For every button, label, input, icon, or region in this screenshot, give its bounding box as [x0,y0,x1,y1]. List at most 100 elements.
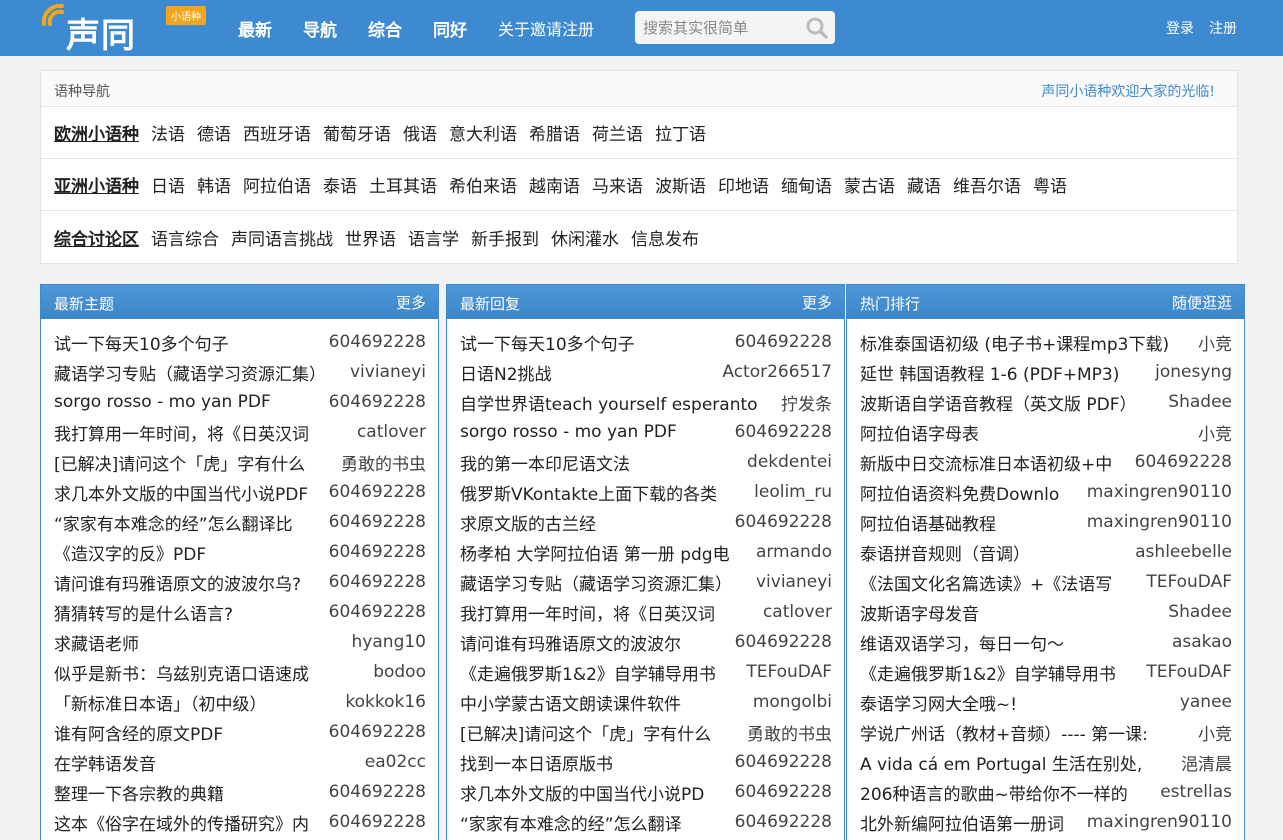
topic-title-link[interactable]: 谁有阿含经的原文PDF [54,720,319,745]
topic-title-link[interactable]: 请问谁有玛雅语原文的波波尔 [460,630,725,655]
topic-author-link[interactable]: estrellas [1160,782,1232,802]
language-link[interactable]: 新手报到 [471,225,539,250]
topic-title-link[interactable]: 中小学蒙古语文朗读课件软件 [460,690,743,715]
topic-title-link[interactable]: 波斯语字母发音 [860,600,1158,625]
topic-author-link[interactable]: catlover [763,602,832,622]
topic-title-link[interactable]: 阿拉伯语资料免费Downlo [860,480,1077,505]
topic-author-link[interactable]: 604692228 [735,782,832,802]
nav-navigation[interactable]: 导航 [303,0,337,56]
topic-author-link[interactable]: 604692228 [329,332,426,352]
topic-title-link[interactable]: 试一下每天10多个句子 [54,330,319,355]
topic-title-link[interactable]: 206种语言的歌曲~带给你不一样的 [860,780,1150,805]
topic-title-link[interactable]: 求几本外文版的中国当代小说PD [460,780,725,805]
topic-author-link[interactable]: armando [756,542,832,562]
topic-title-link[interactable]: 自学世界语teach yourself esperanto [460,390,771,415]
topic-author-link[interactable]: 勇敢的书虫 [747,720,832,745]
search-icon[interactable] [805,17,829,39]
topic-title-link[interactable]: 我打算用一年时间，将《日英汉词 [54,420,347,445]
topic-author-link[interactable]: 604692228 [329,782,426,802]
topic-author-link[interactable]: vivianeyi [350,362,426,382]
topic-title-link[interactable]: “家家有本难念的经”怎么翻译比 [54,510,319,535]
language-link[interactable]: 粤语 [1033,172,1067,197]
language-link[interactable]: 藏语 [907,172,941,197]
topic-author-link[interactable]: asakao [1172,632,1232,652]
topic-author-link[interactable]: bodoo [373,662,426,682]
topic-author-link[interactable]: 604692228 [329,482,426,502]
nav-peers[interactable]: 同好 [433,0,467,56]
nav-link-navigation[interactable]: 导航 [303,16,337,41]
topic-author-link[interactable]: 604692228 [1135,452,1232,472]
topic-author-link[interactable]: ashleebelle [1135,542,1232,562]
topic-author-link[interactable]: 604692228 [329,602,426,622]
language-link[interactable]: 西班牙语 [243,120,311,145]
topic-author-link[interactable]: 小竞 [1198,330,1232,355]
topic-author-link[interactable]: leolim_ru [754,482,832,502]
language-link[interactable]: 德语 [197,120,231,145]
language-link[interactable]: 信息发布 [631,225,699,250]
language-category-link[interactable]: 综合讨论区 [54,225,139,250]
topic-author-link[interactable]: 小竞 [1198,420,1232,445]
language-link[interactable]: 世界语 [345,225,396,250]
login-label[interactable]: 登录 [1166,18,1194,38]
topic-author-link[interactable]: 604692228 [329,722,426,742]
topic-title-link[interactable]: 「新标准日本语」（初中级） [54,690,335,715]
language-link[interactable]: 语言学 [408,225,459,250]
topic-author-link[interactable]: maxingren90110 [1087,482,1232,502]
topic-title-link[interactable]: [已解决]请问这个「虎」字有什么 [460,720,737,745]
topic-title-link[interactable]: 藏语学习专贴（藏语学习资源汇集） [54,360,340,385]
topic-author-link[interactable]: TEFouDAF [746,662,832,682]
topic-title-link[interactable]: 泰语学习网大全哦~! [860,690,1170,715]
topic-author-link[interactable]: hyang10 [352,632,426,652]
language-link[interactable]: 日语 [151,172,185,197]
topic-author-link[interactable]: 604692228 [735,332,832,352]
topic-title-link[interactable]: 新版中日交流标准日本语初级+中 [860,450,1125,475]
topic-author-link[interactable]: 604692228 [735,812,832,832]
topic-title-link[interactable]: “家家有本难念的经”怎么翻译 [460,810,725,835]
topic-title-link[interactable]: 在学韩语发音 [54,750,355,775]
language-link[interactable]: 越南语 [529,172,580,197]
topic-title-link[interactable]: 试一下每天10多个句子 [460,330,725,355]
topic-author-link[interactable]: Actor266517 [722,362,832,382]
language-link[interactable]: 土耳其语 [369,172,437,197]
topic-author-link[interactable]: catlover [357,422,426,442]
register-label[interactable]: 注册 [1209,18,1237,38]
language-link[interactable]: 意大利语 [449,120,517,145]
topic-title-link[interactable]: 这本《俗字在域外的传播研究》内 [54,810,319,835]
topic-author-link[interactable]: ea02cc [365,752,426,772]
topic-author-link[interactable]: jonesyng [1155,362,1232,382]
topic-title-link[interactable]: 求几本外文版的中国当代小说PDF [54,480,319,505]
topic-author-link[interactable]: Shadee [1168,392,1232,412]
topic-title-link[interactable]: 《走遍俄罗斯1&2》自学辅导用书 [460,660,736,685]
topic-title-link[interactable]: 标准泰国语初级 (电子书+课程mp3下载) [860,330,1188,355]
topic-author-link[interactable]: kokkok16 [345,692,426,712]
nav-about-invite[interactable]: 关于邀请注册 [498,0,594,56]
topic-title-link[interactable]: 《法国文化名篇选读》+《法语写 [860,570,1136,595]
topic-author-link[interactable]: 604692228 [735,632,832,652]
topic-author-link[interactable]: mongolbi [753,692,832,712]
topic-title-link[interactable]: 北外新编阿拉伯语第一册词 [860,810,1077,835]
nav-link-about-invite[interactable]: 关于邀请注册 [498,16,594,40]
nav-link-general[interactable]: 综合 [368,16,402,41]
language-link[interactable]: 希腊语 [529,120,580,145]
topic-author-link[interactable]: 604692228 [329,812,426,832]
topic-title-link[interactable]: 我的第一本印尼语文法 [460,450,737,475]
topic-author-link[interactable]: maxingren90110 [1087,512,1232,532]
language-link[interactable]: 维吾尔语 [953,172,1021,197]
topic-author-link[interactable]: maxingren90110 [1087,812,1232,832]
nav-link-peers[interactable]: 同好 [433,16,467,41]
topic-title-link[interactable]: 猜猜转写的是什么语言? [54,600,319,625]
language-category-link[interactable]: 亚洲小语种 [54,172,139,197]
topic-author-link[interactable]: 604692228 [329,542,426,562]
language-link[interactable]: 泰语 [323,172,357,197]
topic-author-link[interactable]: vivianeyi [756,572,832,592]
language-link[interactable]: 马来语 [592,172,643,197]
topic-title-link[interactable]: 我打算用一年时间，将《日英汉词 [460,600,753,625]
topic-title-link[interactable]: 找到一本日语原版书 [460,750,725,775]
topic-title-link[interactable]: 学说广州话（教材+音频）---- 第一课: [860,720,1188,745]
topic-title-link[interactable]: 《造汉字的反》PDF [54,540,319,565]
topic-author-link[interactable]: 604692228 [735,752,832,772]
topic-title-link[interactable]: 求原文版的古兰经 [460,510,725,535]
nav-general[interactable]: 综合 [368,0,402,56]
nav-link-latest[interactable]: 最新 [238,16,272,41]
language-link[interactable]: 声同语言挑战 [231,225,333,250]
